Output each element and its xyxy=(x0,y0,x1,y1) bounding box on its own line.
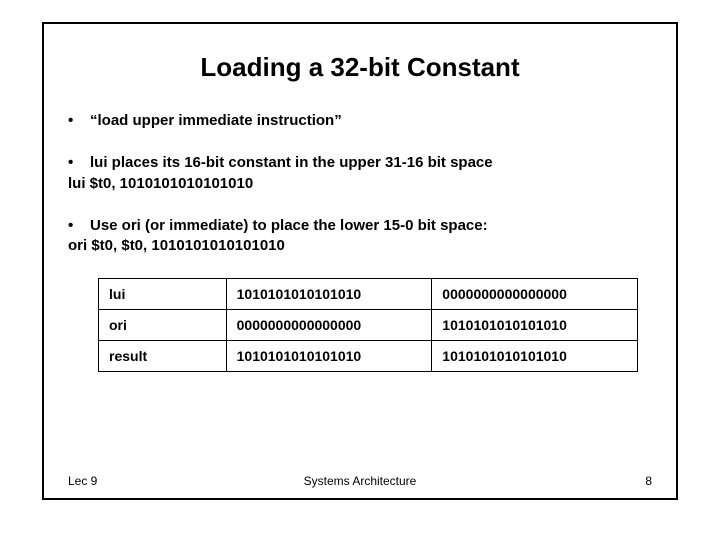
bullet-mark: • xyxy=(68,153,90,173)
bullet-1: • “load upper immediate instruction” xyxy=(68,111,652,131)
bullet-2: • lui places its 16-bit constant in the … xyxy=(68,153,652,194)
footer-center: Systems Architecture xyxy=(68,474,652,488)
cell-hi: 1010101010101010 xyxy=(226,279,432,310)
bullet-mark: • xyxy=(68,216,90,236)
table-row: lui 1010101010101010 0000000000000000 xyxy=(99,279,638,310)
cell-label: ori xyxy=(99,310,227,341)
footer-right: 8 xyxy=(645,474,652,488)
table-row: ori 0000000000000000 1010101010101010 xyxy=(99,310,638,341)
footer-left: Lec 9 xyxy=(68,474,97,488)
bullet-3-code: ori $t0, $t0, 1010101010101010 xyxy=(68,236,652,256)
slide-frame: Loading a 32-bit Constant • “load upper … xyxy=(42,22,678,500)
cell-hi: 0000000000000000 xyxy=(226,310,432,341)
cell-label: result xyxy=(99,341,227,372)
cell-hi: 1010101010101010 xyxy=(226,341,432,372)
bullet-2-text: lui places its 16-bit constant in the up… xyxy=(90,153,493,173)
bit-table: lui 1010101010101010 0000000000000000 or… xyxy=(98,278,638,372)
cell-lo: 0000000000000000 xyxy=(432,279,638,310)
bullet-1-text: “load upper immediate instruction” xyxy=(90,111,342,131)
slide-title: Loading a 32-bit Constant xyxy=(68,52,652,83)
cell-label: lui xyxy=(99,279,227,310)
bullet-2-code: lui $t0, 1010101010101010 xyxy=(68,174,652,194)
table-row: result 1010101010101010 1010101010101010 xyxy=(99,341,638,372)
cell-lo: 1010101010101010 xyxy=(432,341,638,372)
cell-lo: 1010101010101010 xyxy=(432,310,638,341)
bullet-mark: • xyxy=(68,111,90,131)
footer: Lec 9 Systems Architecture 8 xyxy=(68,474,652,488)
bullet-3: • Use ori (or immediate) to place the lo… xyxy=(68,216,652,257)
bullet-3-text: Use ori (or immediate) to place the lowe… xyxy=(90,216,488,236)
